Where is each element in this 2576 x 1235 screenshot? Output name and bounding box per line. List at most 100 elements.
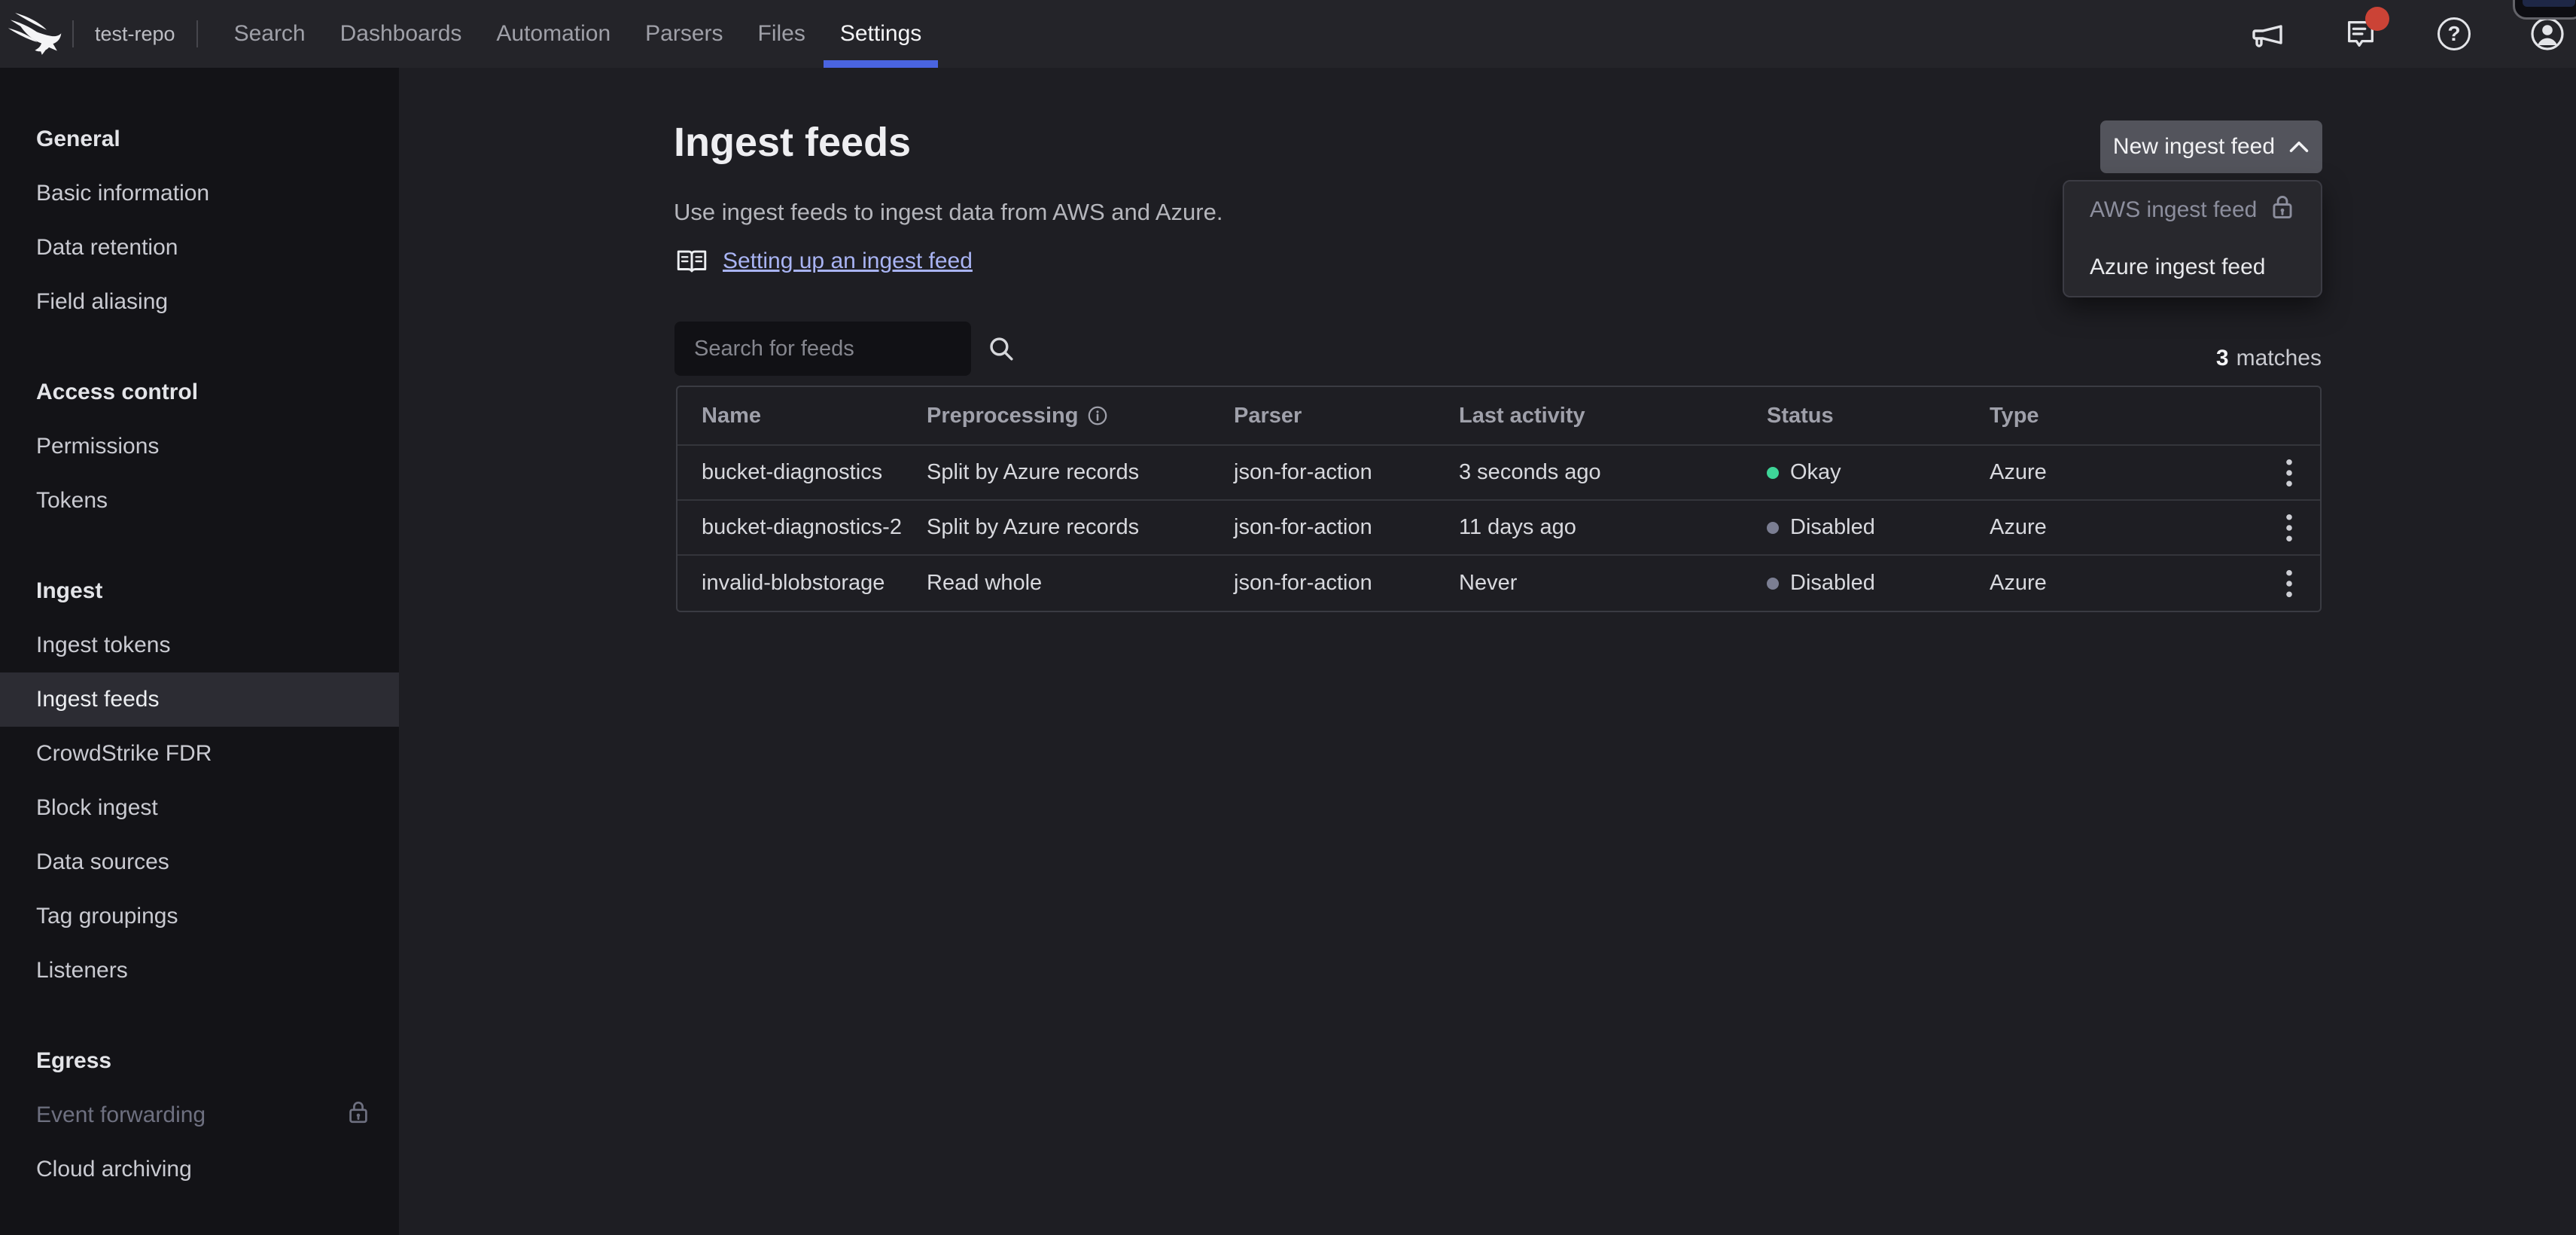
matches-number: 3 bbox=[2216, 346, 2229, 370]
active-tab-indicator bbox=[824, 60, 938, 68]
status-dot bbox=[1767, 467, 1779, 479]
sidebar-item-field-aliasing[interactable]: Field aliasing bbox=[0, 275, 399, 329]
row-actions-kebab-icon[interactable] bbox=[2279, 508, 2299, 548]
nav-tab-automation[interactable]: Automation bbox=[496, 0, 611, 68]
cell-preprocessing: Split by Azure records bbox=[927, 460, 1234, 485]
top-navigation: test-repo Search Dashboards Automation P… bbox=[0, 0, 2576, 68]
cell-name: bucket-diagnostics bbox=[702, 460, 927, 485]
sidebar-item-event-forwarding-label: Event forwarding bbox=[36, 1102, 206, 1128]
repo-name[interactable]: test-repo bbox=[95, 23, 175, 46]
avatar-icon bbox=[2529, 16, 2565, 52]
lock-icon bbox=[346, 1099, 370, 1132]
sidebar-item-tokens[interactable]: Tokens bbox=[0, 474, 399, 528]
sidebar-header-general: General bbox=[0, 112, 399, 166]
messages-button[interactable] bbox=[2343, 16, 2379, 52]
docs-link-row: Setting up an ingest feed bbox=[676, 245, 973, 278]
cell-name: bucket-diagnostics-2 bbox=[702, 515, 927, 540]
table-row[interactable]: bucket-diagnostics-2 Split by Azure reco… bbox=[677, 501, 2320, 556]
sidebar-section-ingest: Ingest Ingest tokens Ingest feeds CrowdS… bbox=[0, 564, 399, 998]
info-icon[interactable] bbox=[1087, 405, 1108, 426]
page-title: Ingest feeds bbox=[674, 119, 911, 166]
status-dot bbox=[1767, 578, 1779, 590]
sidebar-item-tag-groupings[interactable]: Tag groupings bbox=[0, 889, 399, 944]
sidebar-item-cloud-archiving[interactable]: Cloud archiving bbox=[0, 1142, 399, 1197]
sidebar-header-access-control: Access control bbox=[0, 365, 399, 419]
topbar-icons: ? bbox=[2249, 16, 2576, 52]
open-book-icon bbox=[676, 248, 708, 275]
sidebar-item-ingest-tokens[interactable]: Ingest tokens bbox=[0, 618, 399, 672]
account-button[interactable] bbox=[2529, 16, 2565, 52]
table-row[interactable]: bucket-diagnostics Split by Azure record… bbox=[677, 446, 2320, 501]
cell-last-activity: 3 seconds ago bbox=[1459, 460, 1767, 485]
dropdown-item-aws-label: AWS ingest feed bbox=[2090, 197, 2257, 223]
nav-tab-search[interactable]: Search bbox=[234, 0, 306, 68]
row-actions-kebab-icon[interactable] bbox=[2279, 563, 2299, 604]
cell-parser: json-for-action bbox=[1234, 460, 1459, 485]
setup-ingest-feed-link[interactable]: Setting up an ingest feed bbox=[723, 249, 973, 274]
cell-status: Okay bbox=[1767, 460, 1990, 485]
column-header-name: Name bbox=[702, 404, 927, 428]
megaphone-icon bbox=[2249, 17, 2285, 50]
question-mark-icon: ? bbox=[2437, 17, 2471, 50]
column-header-parser: Parser bbox=[1234, 404, 1459, 428]
cell-type: Azure bbox=[1990, 460, 2255, 485]
sidebar-item-permissions[interactable]: Permissions bbox=[0, 419, 399, 474]
nav-tab-dashboards[interactable]: Dashboards bbox=[340, 0, 462, 68]
sidebar-section-egress: Egress Event forwarding Cloud archiving bbox=[0, 1034, 399, 1197]
nav-tab-parsers[interactable]: Parsers bbox=[645, 0, 723, 68]
unread-badge bbox=[2365, 7, 2389, 31]
sidebar-section-access-control: Access control Permissions Tokens bbox=[0, 365, 399, 528]
cell-name: invalid-blobstorage bbox=[702, 571, 927, 596]
feed-search-box bbox=[674, 322, 971, 376]
sidebar-item-listeners[interactable]: Listeners bbox=[0, 944, 399, 998]
table-row[interactable]: invalid-blobstorage Read whole json-for-… bbox=[677, 556, 2320, 611]
matches-label: matches bbox=[2236, 346, 2322, 370]
sidebar-item-data-retention[interactable]: Data retention bbox=[0, 221, 399, 275]
cell-parser: json-for-action bbox=[1234, 515, 1459, 540]
status-label: Disabled bbox=[1790, 571, 1875, 596]
column-header-last-activity: Last activity bbox=[1459, 404, 1767, 428]
search-icon bbox=[987, 334, 1015, 363]
main-menu: Search Dashboards Automation Parsers Fil… bbox=[234, 0, 922, 68]
sidebar-item-data-sources[interactable]: Data sources bbox=[0, 835, 399, 889]
cell-preprocessing: Split by Azure records bbox=[927, 515, 1234, 540]
row-actions-kebab-icon[interactable] bbox=[2279, 453, 2299, 493]
sidebar-item-crowdstrike-fdr[interactable]: CrowdStrike FDR bbox=[0, 727, 399, 781]
cell-status: Disabled bbox=[1767, 515, 1990, 540]
nav-tab-settings[interactable]: Settings bbox=[840, 0, 921, 68]
feed-search-input[interactable] bbox=[674, 322, 987, 376]
sidebar-section-general: General Basic information Data retention… bbox=[0, 112, 399, 329]
cell-parser: json-for-action bbox=[1234, 571, 1459, 596]
cell-type: Azure bbox=[1990, 515, 2255, 540]
new-ingest-feed-button[interactable]: New ingest feed bbox=[2100, 120, 2322, 173]
cell-preprocessing: Read whole bbox=[927, 571, 1234, 596]
help-button[interactable]: ? bbox=[2436, 16, 2472, 52]
ingest-feeds-table: Name Preprocessing Parser Last activity … bbox=[676, 386, 2322, 612]
sidebar-item-ingest-feeds[interactable]: Ingest feeds bbox=[0, 672, 399, 727]
settings-sidebar: General Basic information Data retention… bbox=[0, 68, 399, 1235]
status-label: Okay bbox=[1790, 460, 1841, 485]
page-description: Use ingest feeds to ingest data from AWS… bbox=[674, 197, 1223, 227]
column-header-type: Type bbox=[1990, 404, 2255, 428]
sidebar-header-ingest: Ingest bbox=[0, 564, 399, 618]
app-root: test-repo Search Dashboards Automation P… bbox=[0, 0, 2576, 1235]
cell-type: Azure bbox=[1990, 571, 2255, 596]
matches-count: 3 matches bbox=[2216, 343, 2322, 374]
column-header-preprocessing: Preprocessing bbox=[927, 404, 1234, 428]
nav-divider bbox=[196, 20, 198, 47]
sidebar-item-basic-information[interactable]: Basic information bbox=[0, 166, 399, 221]
cell-last-activity: 11 days ago bbox=[1459, 515, 1767, 540]
sidebar-item-event-forwarding: Event forwarding bbox=[0, 1088, 399, 1142]
cell-last-activity: Never bbox=[1459, 571, 1767, 596]
sidebar-item-block-ingest[interactable]: Block ingest bbox=[0, 781, 399, 835]
sidebar-header-egress: Egress bbox=[0, 1034, 399, 1088]
chevron-up-icon bbox=[2288, 140, 2310, 154]
dropdown-item-azure-ingest-feed[interactable]: Azure ingest feed bbox=[2064, 239, 2321, 296]
announcements-button[interactable] bbox=[2249, 16, 2285, 52]
lock-icon bbox=[2270, 193, 2295, 227]
browser-overlay-pill bbox=[2513, 0, 2576, 20]
nav-divider bbox=[72, 20, 74, 47]
nav-tab-files[interactable]: Files bbox=[758, 0, 805, 68]
crowdstrike-falcon-logo-icon[interactable] bbox=[0, 0, 72, 68]
nav-tab-settings-label: Settings bbox=[840, 21, 921, 47]
